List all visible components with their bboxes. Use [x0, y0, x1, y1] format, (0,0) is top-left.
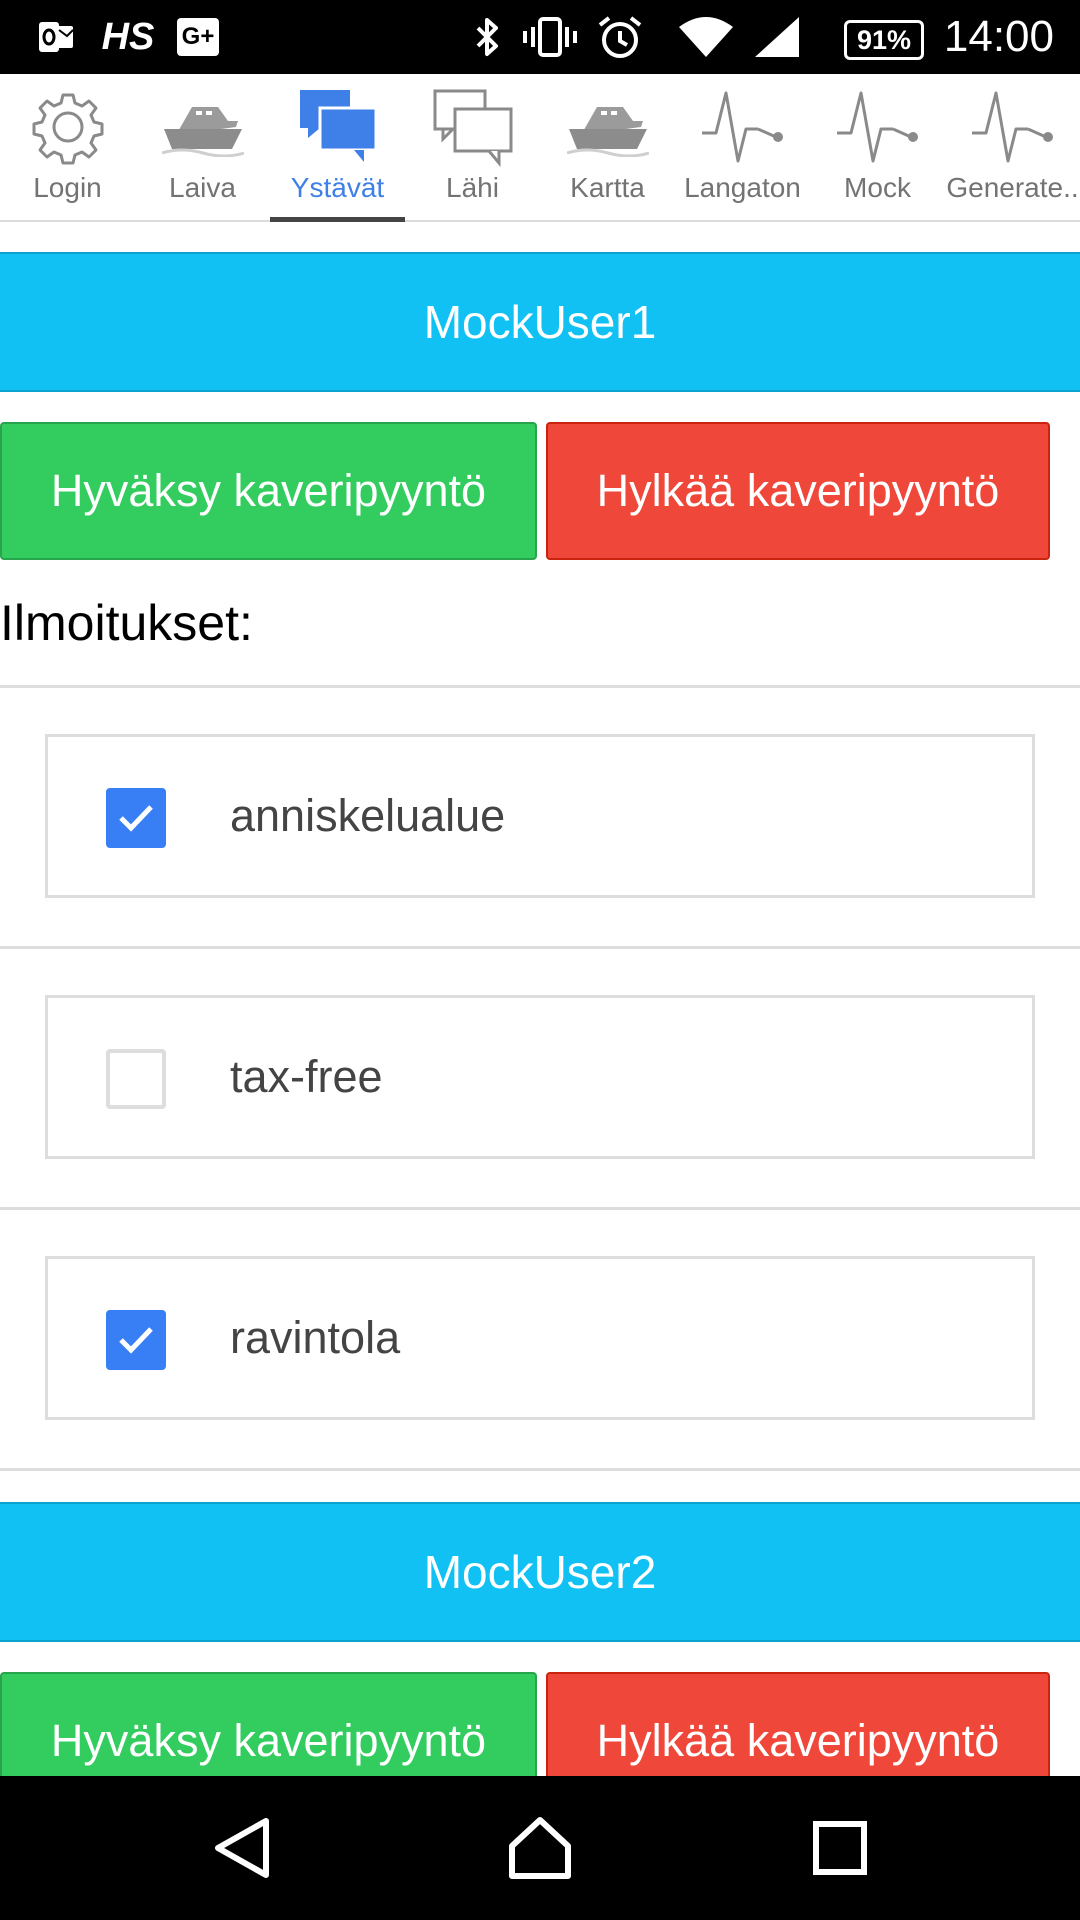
divider — [0, 946, 1080, 949]
tab-login[interactable]: Login — [0, 74, 135, 220]
notifications-label: Ilmoitukset: — [0, 595, 253, 651]
checkbox-checked[interactable] — [106, 1310, 166, 1370]
tab-laiva[interactable]: Laiva — [135, 74, 270, 220]
signal-icon — [752, 0, 802, 74]
user-header: MockUser2 — [0, 1502, 1080, 1642]
notification-label: anniskelualue — [230, 790, 506, 841]
tab-bar: Login Laiva Ystävät Lähi Kartta Langaton… — [0, 74, 1080, 222]
tab-label: Lähi — [446, 172, 499, 203]
back-icon[interactable] — [206, 1812, 278, 1884]
notification-item[interactable]: ravintola — [45, 1256, 1035, 1420]
clock: 14:00 — [943, 12, 1054, 61]
tab-ystavat[interactable]: Ystävät — [270, 74, 405, 222]
tab-label: Mock — [844, 172, 911, 203]
ship-icon — [563, 84, 653, 170]
checkbox-unchecked[interactable] — [106, 1049, 166, 1109]
divider — [0, 685, 1080, 688]
tab-kartta[interactable]: Kartta — [540, 74, 675, 220]
checkbox-checked[interactable] — [106, 788, 166, 848]
tab-label: Generate.. — [946, 172, 1079, 203]
system-nav-bar — [0, 1776, 1080, 1920]
pulse-icon — [833, 84, 923, 170]
hs-icon: HS — [101, 15, 155, 58]
divider — [0, 1207, 1080, 1210]
tab-lahi[interactable]: Lähi — [405, 74, 540, 220]
notification-item[interactable]: tax-free — [45, 995, 1035, 1159]
gear-icon — [23, 84, 113, 170]
reject-friend-request-button[interactable]: Hylkää kaveripyyntö — [546, 422, 1050, 560]
google-plus-icon: G+ — [176, 0, 220, 74]
notification-label: ravintola — [230, 1312, 401, 1363]
pulse-icon — [968, 84, 1058, 170]
home-icon[interactable] — [504, 1812, 576, 1884]
accept-friend-request-button[interactable]: Hyväksy kaveripyyntö — [0, 1672, 537, 1776]
notification-item[interactable]: anniskelualue — [45, 734, 1035, 898]
status-bar: HS G+ 91% 14:00 — [0, 0, 1080, 74]
tab-label: Ystävät — [290, 172, 385, 203]
reject-friend-request-button[interactable]: Hylkää kaveripyyntö — [546, 1672, 1050, 1776]
tab-label: Laiva — [169, 172, 236, 203]
wifi-icon — [676, 0, 736, 74]
accept-friend-request-button[interactable]: Hyväksy kaveripyyntö — [0, 422, 537, 560]
chat-bubbles-icon — [293, 84, 383, 170]
tab-mock[interactable]: Mock — [810, 74, 945, 220]
tab-label: Kartta — [570, 172, 645, 203]
recents-icon[interactable] — [804, 1812, 876, 1884]
notification-label: tax-free — [230, 1051, 383, 1102]
pulse-icon — [698, 84, 788, 170]
outlook-icon — [36, 0, 76, 74]
battery-icon: 91% — [844, 20, 924, 60]
tab-label: Login — [33, 172, 102, 203]
friends-list: MockUser1 Hyväksy kaveripyyntö Hylkää ka… — [0, 222, 1080, 1776]
divider — [0, 1468, 1080, 1471]
user-header: MockUser1 — [0, 252, 1080, 392]
ship-icon — [158, 84, 248, 170]
tab-langaton[interactable]: Langaton — [675, 74, 810, 220]
chat-outline-icon — [428, 84, 518, 170]
bluetooth-icon — [468, 0, 508, 74]
alarm-icon — [596, 0, 644, 74]
tab-generate[interactable]: Generate.. — [945, 74, 1080, 220]
tab-label: Langaton — [684, 172, 801, 203]
vibrate-icon — [520, 0, 580, 74]
